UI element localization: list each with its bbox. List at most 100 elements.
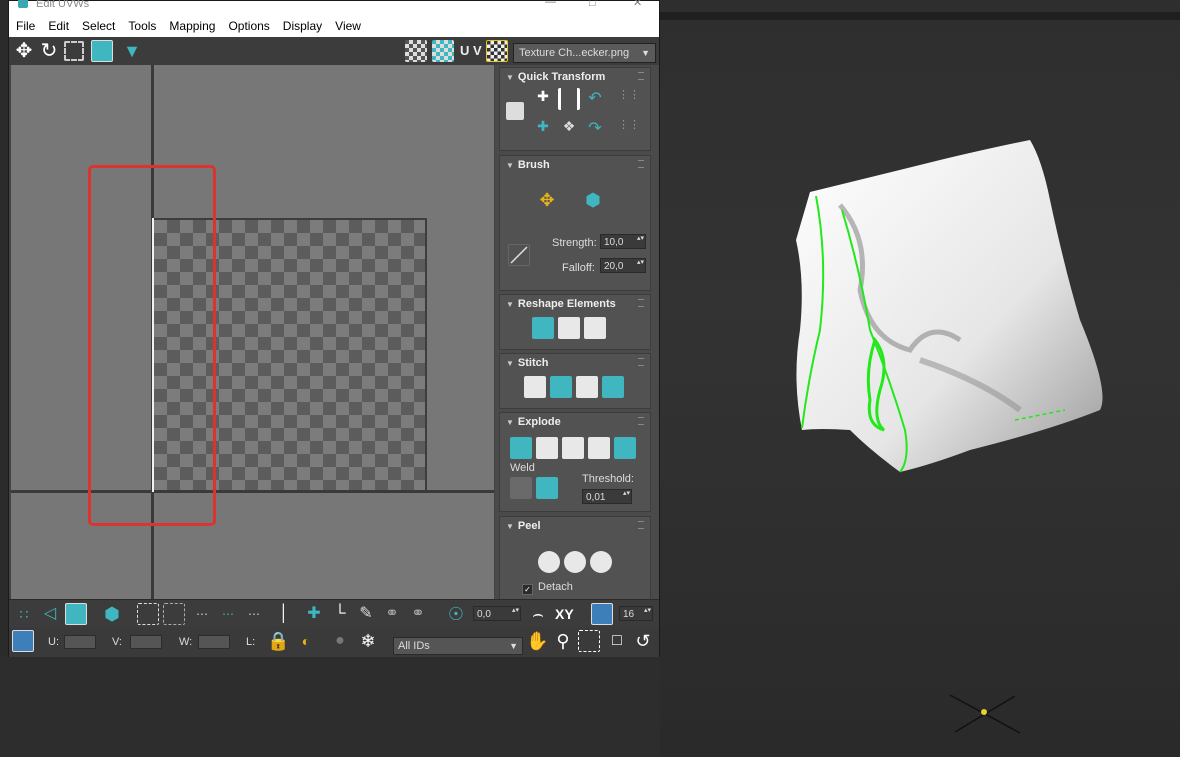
paint-select-icon[interactable]: ✎ bbox=[355, 603, 377, 625]
show-map-icon[interactable] bbox=[432, 40, 454, 62]
rollout-title[interactable]: ▼ Quick Transform bbox=[506, 71, 605, 83]
absolute-mode-icon[interactable] bbox=[12, 630, 34, 652]
align-edge-horizontal-icon[interactable]: ⋮⋮ bbox=[618, 88, 640, 110]
quick-peel-icon[interactable] bbox=[538, 551, 560, 573]
relax-icon[interactable] bbox=[584, 317, 606, 339]
texture-dropdown[interactable]: Texture Ch...ecker.png ▼ bbox=[513, 43, 656, 63]
break-by-smoothing-icon[interactable] bbox=[536, 437, 558, 459]
threshold-spinner[interactable]: 0,01 bbox=[582, 489, 632, 504]
rollout-title[interactable]: ▼ Peel bbox=[506, 520, 541, 532]
uv-editor-canvas[interactable] bbox=[11, 65, 494, 599]
rollout-handle-icon[interactable] bbox=[638, 299, 644, 307]
enlarge-brush-icon[interactable]: ⚭ bbox=[381, 603, 403, 625]
break-by-polygon-icon[interactable] bbox=[510, 437, 532, 459]
pillow-mesh[interactable] bbox=[780, 130, 1120, 490]
point-to-point-icon[interactable]: ✚ bbox=[303, 603, 325, 625]
mirror-icon[interactable]: ▼ bbox=[121, 41, 143, 63]
ids-dropdown[interactable]: All IDs ▼ bbox=[393, 637, 523, 655]
stitch-to-source-icon[interactable] bbox=[602, 376, 624, 398]
peel-mode-icon[interactable] bbox=[564, 551, 586, 573]
zoom-region-icon[interactable] bbox=[578, 630, 600, 652]
rollout-title[interactable]: ▼ Explode bbox=[506, 416, 561, 428]
menu-edit[interactable]: Edit bbox=[48, 19, 69, 33]
soft-selection-icon[interactable]: ☉ bbox=[445, 603, 467, 625]
stitch-custom-icon[interactable] bbox=[524, 376, 546, 398]
rollout-handle-icon[interactable] bbox=[638, 417, 644, 425]
relax-until-flat-icon[interactable] bbox=[558, 317, 580, 339]
rollout-handle-icon[interactable] bbox=[638, 358, 644, 366]
align-vertical-icon[interactable]: ✚ bbox=[532, 118, 554, 140]
freeze-icon[interactable]: ❄ bbox=[357, 630, 379, 652]
menu-mapping[interactable]: Mapping bbox=[169, 19, 215, 33]
falloff-type-icon[interactable]: ⌢ bbox=[527, 603, 549, 625]
rotate-plus-icon[interactable]: ↷ bbox=[584, 118, 606, 140]
menu-select[interactable]: Select bbox=[82, 19, 115, 33]
rotate-icon[interactable]: ↻ bbox=[38, 41, 60, 63]
align-horizontal-icon[interactable]: ✚ bbox=[532, 88, 554, 110]
break-by-material-icon[interactable] bbox=[562, 437, 584, 459]
w-field[interactable] bbox=[198, 635, 230, 649]
panel-scrollbar[interactable] bbox=[655, 65, 659, 599]
menu-file[interactable]: File bbox=[16, 19, 35, 33]
loop-icon[interactable]: ⋯ bbox=[191, 603, 213, 625]
stitch-to-target-icon[interactable] bbox=[550, 376, 572, 398]
grid-size-spinner[interactable]: 16 bbox=[619, 606, 653, 621]
align-edge-vertical-icon[interactable]: ⋮⋮ bbox=[618, 118, 640, 140]
polygon-select-icon[interactable] bbox=[65, 603, 87, 625]
uv-toggle-button[interactable]: U V bbox=[460, 43, 482, 58]
zoom-icon[interactable]: ⚲ bbox=[552, 630, 574, 652]
reset-peel-icon[interactable] bbox=[590, 551, 612, 573]
menu-options[interactable]: Options bbox=[228, 19, 269, 33]
u-field[interactable] bbox=[64, 635, 96, 649]
v-field[interactable] bbox=[130, 635, 162, 649]
zoom-selected-icon[interactable]: ↺ bbox=[632, 630, 654, 652]
rollout-handle-icon[interactable] bbox=[638, 160, 644, 168]
flatten-by-icon[interactable] bbox=[588, 437, 610, 459]
soft-selection-spinner[interactable]: 0,0 bbox=[473, 606, 521, 621]
menu-view[interactable]: View bbox=[335, 19, 361, 33]
hide-selected-icon[interactable]: ◐ bbox=[295, 630, 317, 652]
menu-tools[interactable]: Tools bbox=[128, 19, 156, 33]
paint-move-icon[interactable]: ✥ bbox=[536, 190, 558, 212]
vertex-select-icon[interactable]: ∷ bbox=[13, 603, 35, 625]
straighten-selection-icon[interactable] bbox=[532, 317, 554, 339]
stitch-average-icon[interactable] bbox=[576, 376, 598, 398]
rollout-handle-icon[interactable] bbox=[638, 72, 644, 80]
edge-seam-icon[interactable]: └ bbox=[329, 603, 351, 625]
space-vertical-icon[interactable] bbox=[558, 88, 580, 110]
falloff-curve-icon[interactable] bbox=[508, 244, 530, 266]
rollout-handle-icon[interactable] bbox=[638, 521, 644, 529]
shrink-brush-icon[interactable]: ⚭ bbox=[407, 603, 429, 625]
weld-selected-icon[interactable] bbox=[510, 477, 532, 499]
detach-checkbox[interactable]: ✓ bbox=[522, 584, 533, 595]
maximize-icon[interactable]: □ bbox=[589, 0, 596, 9]
rollout-title[interactable]: ▼ Reshape Elements bbox=[506, 298, 616, 310]
close-icon[interactable]: ✕ bbox=[633, 0, 642, 9]
element-select-icon[interactable]: ⬢ bbox=[101, 603, 123, 625]
minimize-icon[interactable]: — bbox=[545, 0, 556, 8]
falloff-spinner[interactable]: 20,0 bbox=[600, 258, 646, 273]
align-center-icon[interactable]: ❖ bbox=[558, 118, 580, 140]
move-icon[interactable]: ✥ bbox=[13, 41, 35, 63]
lock-icon[interactable]: 🔒 bbox=[267, 630, 289, 652]
menu-display[interactable]: Display bbox=[283, 19, 322, 33]
checker-display-icon[interactable] bbox=[405, 40, 427, 62]
zoom-extents-icon[interactable]: □ bbox=[606, 630, 628, 652]
strength-spinner[interactable]: 10,0 bbox=[600, 234, 646, 249]
rollout-title[interactable]: ▼ Stitch bbox=[506, 357, 548, 369]
scale-icon[interactable] bbox=[64, 41, 84, 61]
xy-space-button[interactable]: XY bbox=[555, 606, 574, 622]
edge-ring-icon[interactable]: │ bbox=[273, 603, 295, 625]
loop-grow-icon[interactable]: ⋯ bbox=[217, 603, 239, 625]
relax-brush-icon[interactable]: ⬢ bbox=[582, 190, 604, 212]
grid-snap-icon[interactable] bbox=[591, 603, 613, 625]
ring-icon[interactable]: ⋯ bbox=[243, 603, 265, 625]
weld-all-selected-icon[interactable] bbox=[536, 477, 558, 499]
freeform-icon[interactable] bbox=[91, 40, 113, 62]
show-all-icon[interactable]: ● bbox=[329, 630, 351, 652]
rotate-minus-icon[interactable]: ↶ bbox=[584, 88, 606, 110]
pivot-icon[interactable] bbox=[506, 102, 524, 120]
edge-select-icon[interactable]: ◁ bbox=[39, 603, 61, 625]
rollout-title[interactable]: ▼ Brush bbox=[506, 159, 550, 171]
break-icon[interactable] bbox=[614, 437, 636, 459]
